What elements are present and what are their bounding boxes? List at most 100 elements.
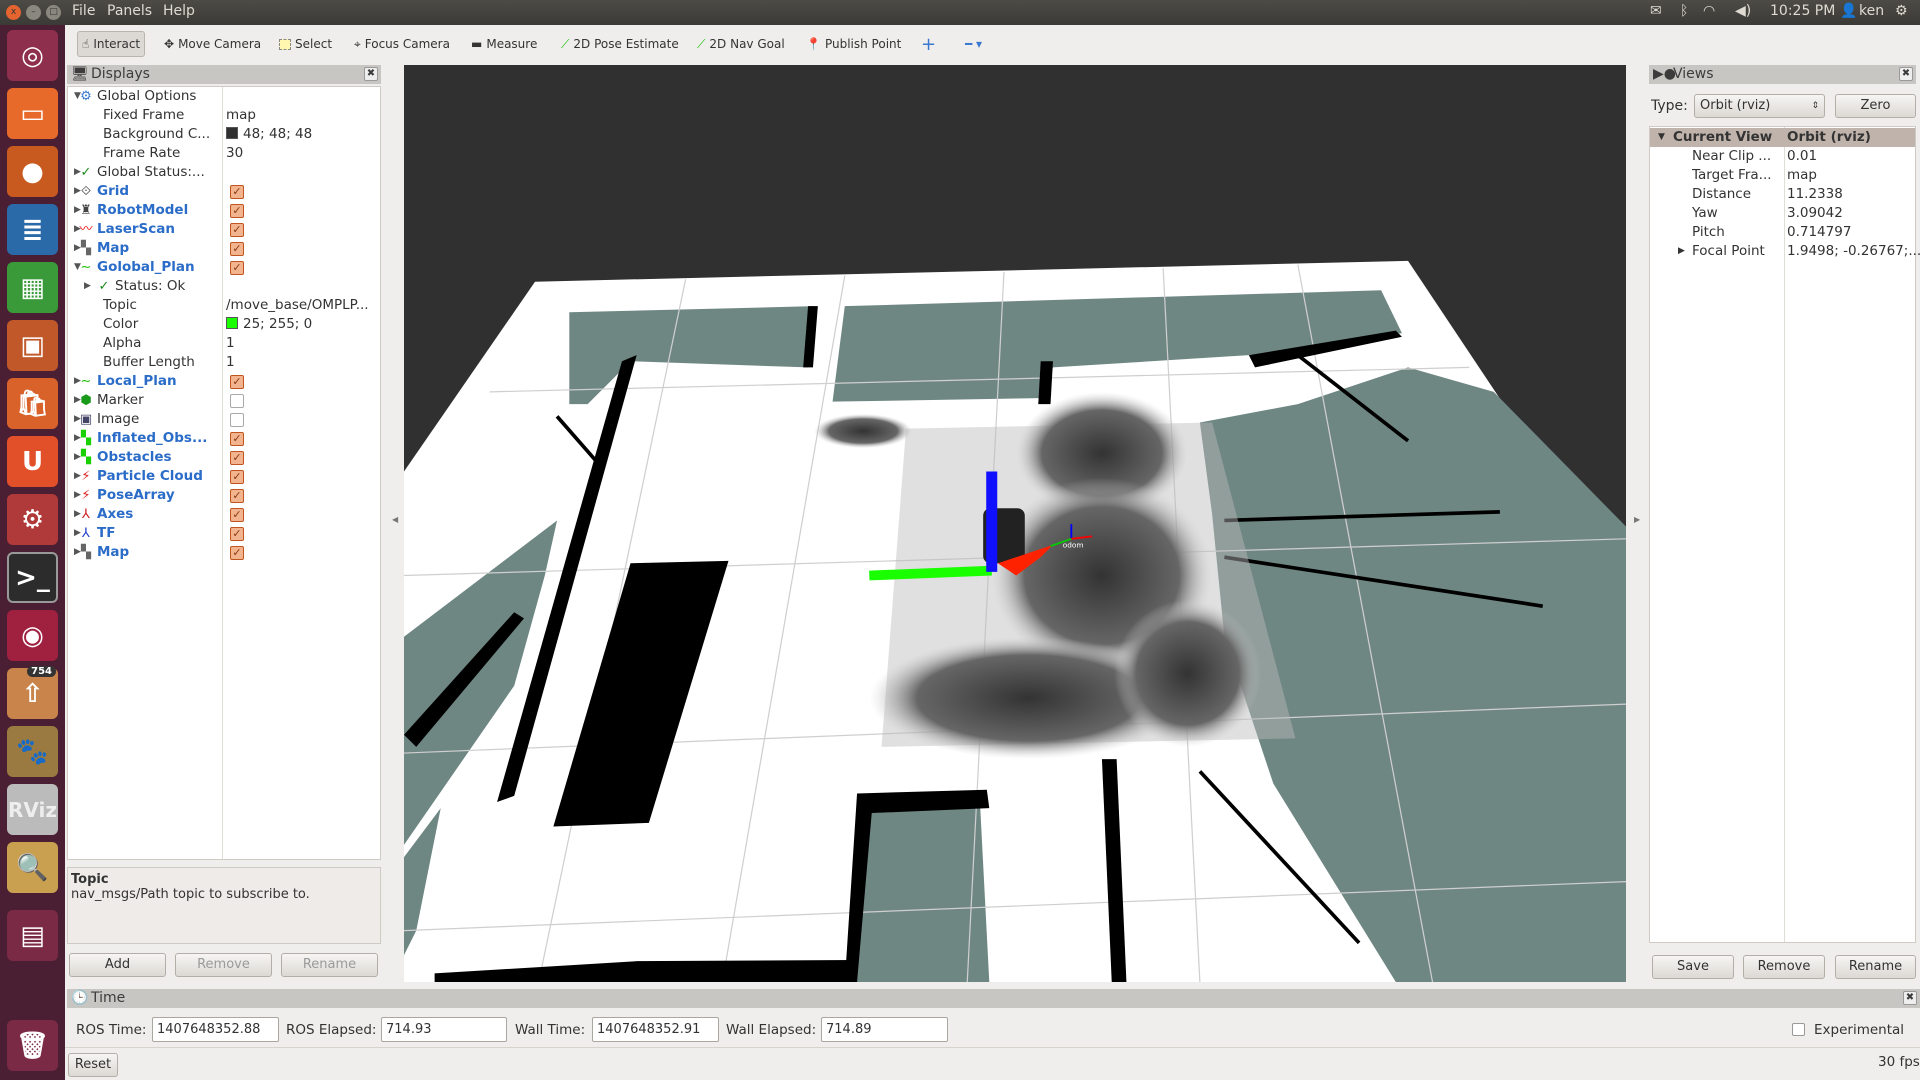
impress-icon[interactable]: ▣	[7, 320, 58, 371]
gimp-icon[interactable]: 🐾	[7, 726, 58, 777]
select-tool[interactable]: Select	[275, 31, 336, 57]
power-gear-icon[interactable]: ⚙	[1895, 3, 1908, 19]
enable-checkbox[interactable]: ✓	[230, 527, 244, 541]
display-row[interactable]: ▶ ▚ Obstacles ✓	[68, 448, 380, 467]
enable-checkbox[interactable]: ✓	[230, 489, 244, 503]
menu-help[interactable]: Help	[163, 3, 195, 19]
close-panel-icon[interactable]: ✖	[364, 67, 378, 81]
right-splitter[interactable]: ▶	[1626, 65, 1646, 982]
display-row[interactable]: ▶ ▣ Image	[68, 410, 380, 429]
display-row[interactable]: ▶ ⟐ Grid ✓	[68, 182, 380, 201]
ubuntu-dash-icon[interactable]: ◎	[7, 30, 58, 81]
ros-time-field[interactable]: 1407648352.88	[152, 1017, 279, 1042]
left-splitter[interactable]: ◀	[384, 65, 404, 982]
ubuntu-one-icon[interactable]: U	[7, 436, 58, 487]
add-display-button[interactable]: Add	[69, 953, 166, 977]
display-row[interactable]: ▶ ⚡ Particle Cloud ✓	[68, 467, 380, 486]
settings-icon[interactable]: ⚙	[7, 494, 58, 545]
3d-render-view[interactable]: odom	[404, 65, 1626, 982]
display-row-value[interactable]: 1	[226, 353, 235, 372]
remove-view-button[interactable]: Remove	[1743, 955, 1825, 979]
update-icon[interactable]: ⇧ 754	[7, 666, 58, 719]
interact-tool[interactable]: ☝ Interact	[77, 31, 146, 57]
enable-checkbox[interactable]: ✓	[230, 546, 244, 560]
display-row-value[interactable]: 1	[226, 334, 235, 353]
terminal-icon[interactable]: >_	[7, 552, 58, 603]
enable-checkbox[interactable]: ✓	[230, 261, 244, 275]
rviz-icon[interactable]: RViz	[7, 784, 58, 835]
menu-panels[interactable]: Panels	[107, 3, 152, 19]
enable-checkbox[interactable]: ✓	[230, 204, 244, 218]
display-row[interactable]: Frame Rate 30	[68, 144, 380, 163]
view-property-row[interactable]: ▶ Focal Point 1.9498; -0.26767;...	[1650, 242, 1920, 261]
ros-elapsed-field[interactable]: 714.93	[381, 1017, 507, 1042]
bluetooth-icon[interactable]: ᛒ	[1680, 3, 1688, 19]
view-property-row[interactable]: Yaw 3.09042	[1650, 204, 1915, 223]
workspace-switcher-icon[interactable]: ▤	[7, 910, 58, 961]
enable-checkbox[interactable]: ✓	[230, 470, 244, 484]
property-value[interactable]: map	[1787, 166, 1817, 185]
display-row[interactable]: ▶ ∼ Local_Plan ✓	[68, 372, 380, 391]
display-row[interactable]: ▼ ⚙ Global Options	[68, 87, 380, 106]
enable-checkbox[interactable]: ✓	[230, 508, 244, 522]
save-view-button[interactable]: Save	[1652, 955, 1734, 979]
close-panel-icon[interactable]: ✖	[1899, 67, 1913, 81]
expand-arrow-icon[interactable]: ▼	[1658, 128, 1665, 147]
display-row[interactable]: ▶ ✓ Global Status:...	[68, 163, 380, 182]
user-name[interactable]: ken	[1859, 3, 1884, 19]
enable-checkbox[interactable]: ✓	[230, 185, 244, 199]
volume-icon[interactable]: ◀)	[1735, 3, 1751, 19]
calc-icon[interactable]: ▦	[7, 262, 58, 313]
files-icon[interactable]: ▭	[7, 88, 58, 139]
writer-icon[interactable]: ≣	[7, 204, 58, 255]
focus-camera-tool[interactable]: ⌖ Focus Camera	[350, 31, 454, 57]
2d-pose-estimate-tool[interactable]: ⟋ 2D Pose Estimate	[557, 31, 683, 57]
view-property-row[interactable]: Pitch 0.714797	[1650, 223, 1915, 242]
display-row-value[interactable]: 25; 255; 0	[226, 315, 312, 334]
display-row[interactable]: Color 25; 255; 0	[68, 315, 380, 334]
display-row[interactable]: Fixed Frame map	[68, 106, 380, 125]
experimental-checkbox[interactable]	[1792, 1023, 1805, 1036]
display-row[interactable]: Buffer Length 1	[68, 353, 380, 372]
display-row[interactable]: ▶ ⅄ TF ✓	[68, 524, 380, 543]
mail-icon[interactable]: ✉	[1650, 3, 1662, 19]
enable-checkbox[interactable]	[230, 394, 244, 408]
2d-nav-goal-tool[interactable]: ⟋ 2D Nav Goal	[693, 31, 789, 57]
minimize-window-icon[interactable]: –	[26, 5, 41, 20]
enable-checkbox[interactable]: ✓	[230, 223, 244, 237]
display-row[interactable]: ▶ ✓ Status: Ok	[68, 277, 380, 296]
property-value[interactable]: 11.2338	[1787, 185, 1843, 204]
trash-icon[interactable]: 🗑	[7, 1020, 58, 1071]
view-property-row[interactable]: Near Clip ... 0.01	[1650, 147, 1915, 166]
display-row-value[interactable]: /move_base/OMPLP...	[226, 296, 369, 315]
display-row[interactable]: Background C... 48; 48; 48	[68, 125, 380, 144]
close-panel-icon[interactable]: ✖	[1903, 991, 1917, 1005]
property-value[interactable]: 1.9498; -0.26767;...	[1787, 242, 1920, 261]
publish-point-tool[interactable]: 📍 Publish Point	[802, 31, 905, 57]
app-icon[interactable]: ◉	[7, 610, 58, 661]
wifi-icon[interactable]: ◠	[1703, 3, 1715, 19]
enable-checkbox[interactable]: ✓	[230, 451, 244, 465]
rename-view-button[interactable]: Rename	[1835, 955, 1916, 979]
display-row[interactable]: ▶ ▚ Map ✓	[68, 239, 380, 258]
expand-arrow-icon[interactable]: ▶	[84, 277, 91, 296]
display-row[interactable]: ▶ ▚ Map ✓	[68, 543, 380, 562]
wall-time-field[interactable]: 1407648352.91	[592, 1017, 719, 1042]
enable-checkbox[interactable]: ✓	[230, 432, 244, 446]
current-view-row[interactable]: ▼ Current View Orbit (rviz)	[1650, 128, 1915, 147]
clock[interactable]: 10:25 PM	[1770, 3, 1835, 19]
display-row[interactable]: Topic/move_base/OMPLP...	[68, 296, 380, 315]
view-property-row[interactable]: Target Fra... map	[1650, 166, 1915, 185]
property-value[interactable]: 0.01	[1787, 147, 1817, 166]
view-type-select[interactable]: Orbit (rviz) ⇕	[1694, 94, 1825, 118]
display-row[interactable]: ▼ ∼ Golobal_Plan ✓	[68, 258, 380, 277]
display-row-value[interactable]: 30	[226, 144, 243, 163]
enable-checkbox[interactable]: ✓	[230, 242, 244, 256]
display-row-value[interactable]: map	[226, 106, 256, 125]
enable-checkbox[interactable]	[230, 413, 244, 427]
zero-button[interactable]: Zero	[1835, 94, 1916, 118]
property-value[interactable]: 0.714797	[1787, 223, 1851, 242]
image-viewer-icon[interactable]: 🔍	[7, 842, 58, 893]
close-window-icon[interactable]: x	[6, 5, 21, 20]
rename-display-button[interactable]: Rename	[281, 953, 378, 977]
